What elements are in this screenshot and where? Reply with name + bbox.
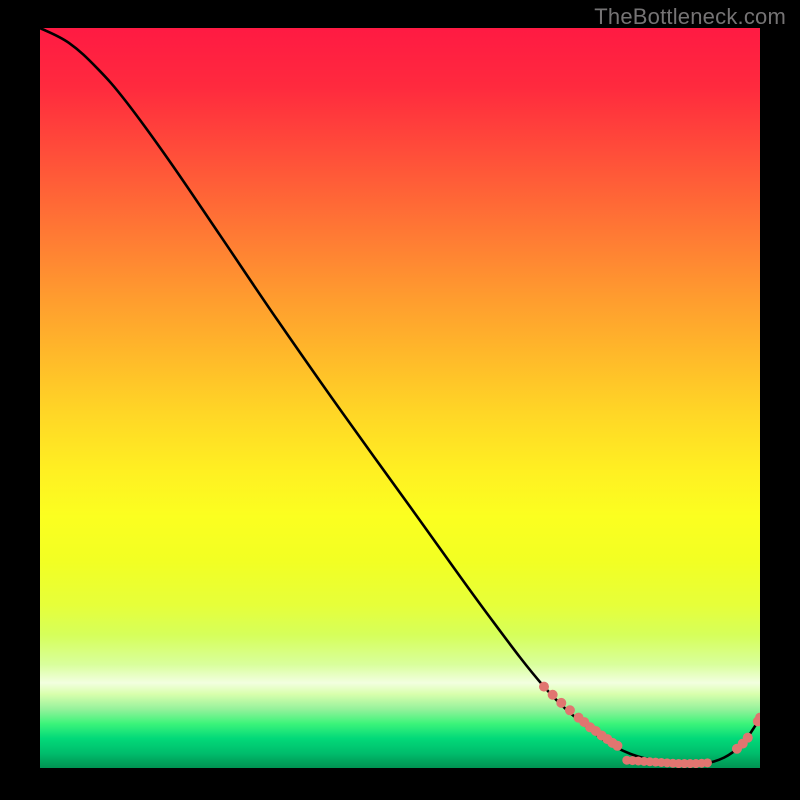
- marker-dot: [539, 682, 549, 692]
- marker-dot: [743, 733, 753, 743]
- watermark-text: TheBottleneck.com: [594, 4, 786, 30]
- chart-frame: TheBottleneck.com: [0, 0, 800, 800]
- bottleneck-curve: [40, 28, 760, 764]
- marker-dot: [565, 705, 575, 715]
- marker-dot: [556, 698, 566, 708]
- plot-area: [40, 28, 760, 768]
- marker-dot: [548, 690, 558, 700]
- marker-dot: [612, 741, 622, 751]
- marker-dot: [703, 758, 712, 767]
- curve-layer: [40, 28, 760, 768]
